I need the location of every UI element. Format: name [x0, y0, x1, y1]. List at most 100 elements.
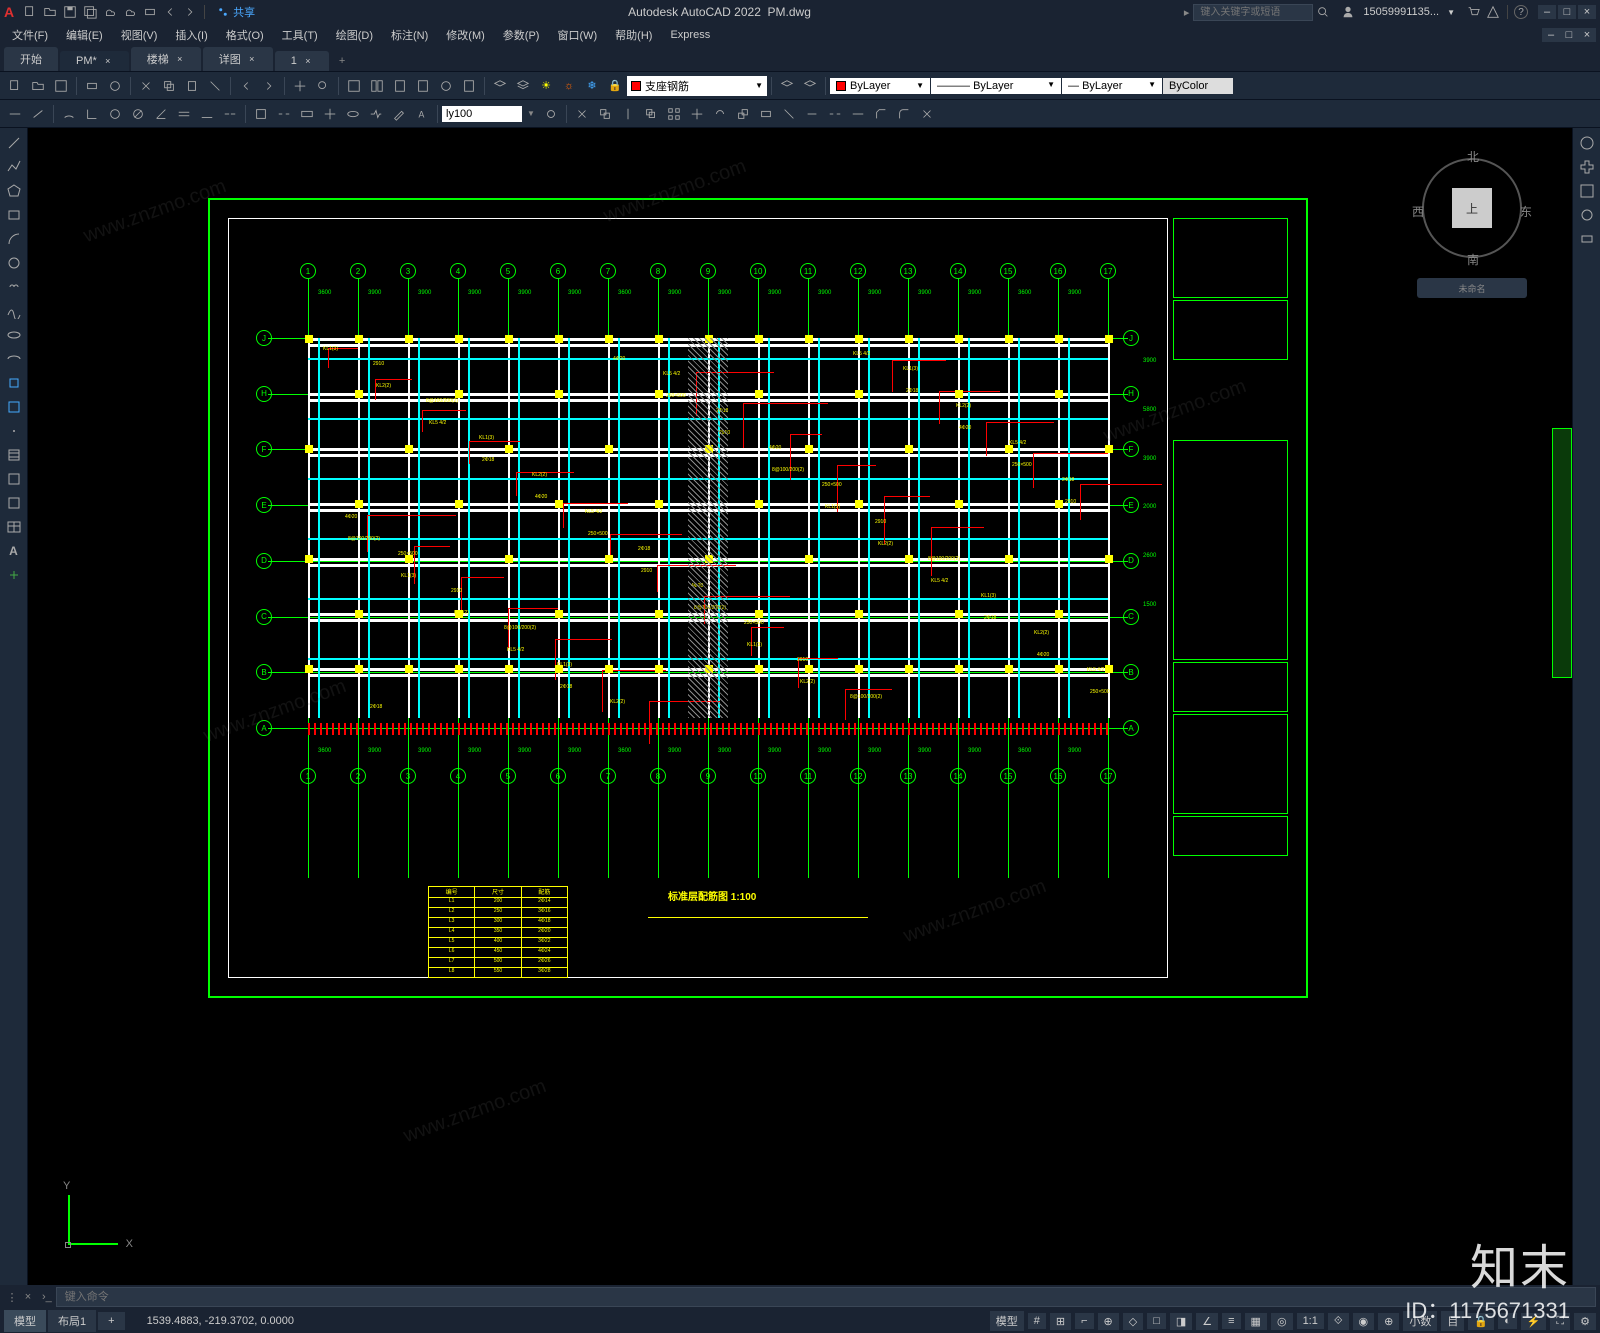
tab-add[interactable]: +: [331, 51, 353, 71]
close-icon[interactable]: ×: [247, 54, 257, 64]
cloud-save-icon[interactable]: [122, 4, 138, 20]
redo-icon[interactable]: [182, 4, 198, 20]
mod-array-icon[interactable]: [663, 103, 685, 125]
menu-edit[interactable]: 编辑(E): [58, 25, 111, 45]
center-mark-icon[interactable]: [319, 103, 341, 125]
tolerance-icon[interactable]: [296, 103, 318, 125]
save-icon[interactable]: [62, 4, 78, 20]
layer-prev-icon[interactable]: [799, 75, 821, 97]
lineweight-dropdown[interactable]: — ByLayer ▼: [1062, 78, 1162, 94]
linetype-dropdown[interactable]: ——— ByLayer ▼: [931, 78, 1061, 94]
layer-state-icon[interactable]: [512, 75, 534, 97]
orbit-icon[interactable]: [1576, 204, 1598, 226]
insert-block-icon[interactable]: [3, 372, 25, 394]
command-input[interactable]: [56, 1287, 1596, 1307]
menu-insert[interactable]: 插入(I): [167, 25, 215, 45]
help-icon[interactable]: ?: [1514, 5, 1528, 19]
mod-copy-icon[interactable]: [594, 103, 616, 125]
dim-ordinate-icon[interactable]: [81, 103, 103, 125]
menu-format[interactable]: 格式(O): [218, 25, 272, 45]
viewcube-west[interactable]: 西: [1412, 203, 1424, 220]
show-motion-icon[interactable]: [1576, 228, 1598, 250]
circle-icon[interactable]: [3, 252, 25, 274]
close-button[interactable]: ×: [1578, 5, 1596, 19]
mod-erase-icon[interactable]: [571, 103, 593, 125]
cycling-toggle[interactable]: ◎: [1271, 1313, 1293, 1330]
menu-file[interactable]: 文件(F): [4, 25, 56, 45]
dim-aligned-icon[interactable]: [27, 103, 49, 125]
layout-add[interactable]: +: [98, 1312, 124, 1330]
3dosnap-toggle[interactable]: ◨: [1170, 1313, 1192, 1330]
doc-close-button[interactable]: ×: [1578, 28, 1596, 42]
mod-explode-icon[interactable]: [916, 103, 938, 125]
spline-icon[interactable]: [3, 300, 25, 322]
osnap-toggle[interactable]: □: [1147, 1313, 1166, 1329]
mod-offset-icon[interactable]: [640, 103, 662, 125]
dim-radius-icon[interactable]: [104, 103, 126, 125]
modelspace-toggle[interactable]: 模型: [990, 1311, 1024, 1331]
addselected-icon[interactable]: [3, 564, 25, 586]
paste-icon[interactable]: [181, 75, 203, 97]
mod-rotate-icon[interactable]: [709, 103, 731, 125]
point-icon[interactable]: [3, 420, 25, 442]
mod-chamfer-icon[interactable]: [870, 103, 892, 125]
workspace-switch[interactable]: ◉: [1353, 1313, 1375, 1330]
layer-dropdown[interactable]: 支座钢筋 ▼: [627, 76, 767, 96]
mod-extend-icon[interactable]: [801, 103, 823, 125]
cloud-open-icon[interactable]: [102, 4, 118, 20]
markup-icon[interactable]: [435, 75, 457, 97]
mod-join-icon[interactable]: [847, 103, 869, 125]
open-icon[interactable]: [27, 75, 49, 97]
ortho-toggle[interactable]: ⌐: [1075, 1313, 1093, 1329]
pan-icon[interactable]: [289, 75, 311, 97]
cmd-handle-icon[interactable]: ⋮: [4, 1289, 20, 1305]
iso-toggle[interactable]: ◇: [1123, 1313, 1143, 1330]
menu-draw[interactable]: 绘图(D): [328, 25, 381, 45]
dim-quick-icon[interactable]: [173, 103, 195, 125]
open-icon[interactable]: [42, 4, 58, 20]
menu-modify[interactable]: 修改(M): [438, 25, 493, 45]
properties-icon[interactable]: [343, 75, 365, 97]
viewcube-south[interactable]: 南: [1467, 251, 1479, 268]
share-button[interactable]: 共享: [217, 4, 255, 20]
light-on-icon[interactable]: ☀: [535, 75, 557, 97]
dim-arc-icon[interactable]: [58, 103, 80, 125]
close-icon[interactable]: ×: [175, 54, 185, 64]
model-tab[interactable]: 模型: [4, 1310, 46, 1332]
zoom-icon[interactable]: [312, 75, 334, 97]
layer-manager-icon[interactable]: [489, 75, 511, 97]
menu-window[interactable]: 窗口(W): [549, 25, 605, 45]
annotation-monitor[interactable]: ⊕: [1378, 1313, 1399, 1330]
polar-toggle[interactable]: ⊕: [1098, 1313, 1119, 1330]
search-input[interactable]: [1193, 4, 1313, 21]
mod-trim-icon[interactable]: [778, 103, 800, 125]
transparency-toggle[interactable]: ▦: [1245, 1313, 1267, 1330]
mod-break-icon[interactable]: [824, 103, 846, 125]
gradient-icon[interactable]: [3, 468, 25, 490]
dim-space-icon[interactable]: [250, 103, 272, 125]
match-icon[interactable]: [204, 75, 226, 97]
navbar[interactable]: 未命名: [1417, 278, 1527, 298]
viewcube-north[interactable]: 北: [1467, 148, 1479, 165]
undo-icon[interactable]: [235, 75, 257, 97]
nav-panel-edge[interactable]: [1552, 428, 1572, 678]
inspect-icon[interactable]: [342, 103, 364, 125]
ellipse-icon[interactable]: [3, 324, 25, 346]
tab-start[interactable]: 开始: [4, 47, 58, 71]
jog-icon[interactable]: [365, 103, 387, 125]
region-icon[interactable]: [3, 492, 25, 514]
menu-view[interactable]: 视图(V): [113, 25, 166, 45]
revcloud-icon[interactable]: [3, 276, 25, 298]
mod-stretch-icon[interactable]: [755, 103, 777, 125]
dim-break-icon[interactable]: [273, 103, 295, 125]
freeze-icon[interactable]: ❄: [581, 75, 603, 97]
calc-icon[interactable]: [458, 75, 480, 97]
hatch-icon[interactable]: [3, 444, 25, 466]
table-icon[interactable]: [3, 516, 25, 538]
annotation-toggle[interactable]: ⟐: [1328, 1313, 1349, 1330]
tool-palette-icon[interactable]: [389, 75, 411, 97]
dim-diameter-icon[interactable]: [127, 103, 149, 125]
zoom-extents-icon[interactable]: [1576, 180, 1598, 202]
layout1-tab[interactable]: 布局1: [48, 1310, 96, 1332]
minimize-button[interactable]: –: [1538, 5, 1556, 19]
